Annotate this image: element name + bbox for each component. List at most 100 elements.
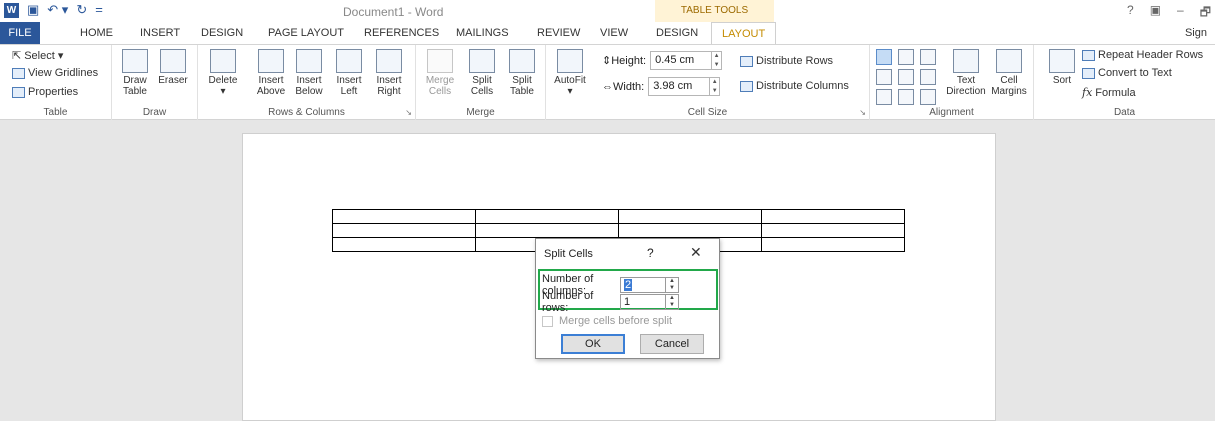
cell-margins-button[interactable]: Cell Margins [990, 49, 1028, 97]
merge-before-split-checkbox[interactable]: Merge cells before split [542, 315, 672, 327]
rows-input[interactable]: 1 [620, 294, 666, 310]
autofit-button[interactable]: AutoFit ▾ [550, 49, 590, 97]
insert-right-button[interactable]: Insert Right [372, 49, 406, 97]
table-cell[interactable] [332, 223, 476, 238]
table-tools-context-label: TABLE TOOLS [655, 0, 774, 22]
distribute-columns-button[interactable]: Distribute Columns [740, 80, 849, 92]
close-icon[interactable]: ✕ [690, 244, 702, 261]
eraser-button[interactable]: Eraser [156, 49, 190, 86]
tab-table-design[interactable]: DESIGN [656, 27, 698, 39]
table-row [332, 223, 905, 238]
align-center-icon[interactable] [898, 69, 914, 85]
align-bottom-left-icon[interactable] [876, 89, 892, 105]
delete-button[interactable]: Delete ▾ [204, 49, 242, 97]
align-bottom-center-icon[interactable] [898, 89, 914, 105]
align-top-left-icon[interactable] [876, 49, 892, 65]
table-cell[interactable] [618, 223, 762, 238]
tab-view[interactable]: VIEW [600, 27, 628, 39]
text-direction-button[interactable]: Text Direction [946, 49, 986, 97]
alignment-grid [876, 49, 938, 105]
distribute-columns-icon [740, 80, 753, 92]
tab-review[interactable]: REVIEW [537, 27, 580, 39]
align-top-right-icon[interactable] [920, 49, 936, 65]
insert-left-button[interactable]: Insert Left [332, 49, 366, 97]
group-label-cell-size: Cell Size [687, 107, 728, 118]
group-label-data: Data [1113, 107, 1136, 118]
rows-columns-launcher-icon[interactable]: ↘ [405, 108, 412, 117]
split-cells-icon [469, 49, 495, 73]
height-input[interactable]: 0.45 cm [650, 51, 713, 70]
chevron-down-icon: ▾ [567, 86, 573, 97]
table-cell[interactable] [332, 209, 476, 224]
align-center-right-icon[interactable] [920, 69, 936, 85]
select-button[interactable]: ⇱ Select ▾ [12, 49, 63, 62]
repeat-header-rows-button[interactable]: Repeat Header Rows [1082, 49, 1203, 61]
cancel-button[interactable]: Cancel [640, 334, 704, 354]
group-label-rows-columns: Rows & Columns [268, 107, 345, 118]
tab-home[interactable]: HOME [80, 27, 113, 39]
group-cell-size: AutoFit ▾ ⇕ Height: 0.45 cm ▲ ▼ ⇔ Width: 3… [546, 45, 870, 120]
help-icon[interactable]: ? [1127, 3, 1134, 24]
tab-mailings[interactable]: MAILINGS [456, 27, 509, 39]
width-stepper[interactable]: ▲ ▼ [710, 77, 721, 96]
merge-cells-button[interactable]: Merge Cells [422, 49, 458, 97]
save-icon[interactable]: ▣ [27, 2, 39, 18]
table-cell[interactable] [618, 209, 762, 224]
insert-above-button[interactable]: Insert Above [254, 49, 288, 97]
table-cell[interactable] [332, 237, 476, 252]
insert-below-button[interactable]: Insert Below [292, 49, 326, 97]
cell-size-launcher-icon[interactable]: ↘ [859, 108, 866, 117]
tab-file[interactable]: FILE [0, 22, 40, 44]
group-label-alignment: Alignment [929, 107, 974, 118]
height-stepper[interactable]: ▲ ▼ [712, 51, 723, 70]
word-logo-icon[interactable]: W [4, 2, 19, 18]
tab-design[interactable]: DESIGN [201, 27, 243, 39]
table-cell[interactable] [761, 237, 905, 252]
customize-qat-icon[interactable]: = [95, 2, 103, 18]
table-cell[interactable] [761, 209, 905, 224]
tab-insert[interactable]: INSERT [140, 27, 180, 39]
distribute-rows-icon [740, 55, 753, 67]
sign-in-link[interactable]: Sign [1185, 27, 1207, 39]
width-input[interactable]: 3.98 cm [648, 77, 711, 96]
split-cells-dialog: Split Cells ? ✕ Number of columns: 2 ▲ ▼ … [535, 238, 720, 359]
gridlines-icon [12, 67, 25, 79]
draw-table-button[interactable]: Draw Table [120, 49, 150, 97]
tab-page-layout[interactable]: PAGE LAYOUT [268, 27, 344, 39]
table-cell[interactable] [761, 223, 905, 238]
title-bar: W ▣ ↶ ▾ ↻ = Document1 - Word TABLE TOOLS… [0, 0, 1215, 22]
minimize-icon[interactable]: – [1177, 3, 1184, 24]
view-gridlines-button[interactable]: View Gridlines [12, 67, 98, 79]
table-cell[interactable] [475, 223, 619, 238]
formula-button[interactable]: fx Formula [1082, 86, 1136, 99]
dialog-title: Split Cells [544, 248, 593, 260]
chevron-down-icon: ▾ [220, 86, 226, 97]
tab-table-layout[interactable]: LAYOUT [711, 22, 777, 45]
align-bottom-right-icon[interactable] [920, 89, 936, 105]
restore-icon[interactable]: 🗗 [1200, 3, 1211, 24]
redo-icon[interactable]: ↻ [76, 2, 87, 18]
window-controls: ? ▣ – 🗗 [1127, 3, 1211, 24]
merge-cells-icon [427, 49, 453, 73]
text-direction-icon [953, 49, 979, 73]
tab-references[interactable]: REFERENCES [364, 27, 439, 39]
properties-button[interactable]: Properties [12, 86, 78, 98]
table-cell[interactable] [475, 209, 619, 224]
split-table-icon [509, 49, 535, 73]
ok-button[interactable]: OK [561, 334, 625, 354]
height-spinner: ⇕ Height: 0.45 cm ▲ ▼ [602, 51, 723, 70]
rows-label: Number of rows: [542, 290, 594, 314]
align-top-center-icon[interactable] [898, 49, 914, 65]
split-cells-button[interactable]: Split Cells [464, 49, 500, 97]
split-table-button[interactable]: Split Table [504, 49, 540, 97]
align-center-left-icon[interactable] [876, 69, 892, 85]
rows-stepper[interactable]: ▲ ▼ [666, 294, 679, 310]
sort-button[interactable]: Sort [1048, 49, 1076, 86]
insert-left-icon [336, 49, 362, 73]
distribute-rows-button[interactable]: Distribute Rows [740, 55, 833, 67]
repeat-header-icon [1082, 49, 1095, 61]
help-icon[interactable]: ? [647, 246, 654, 260]
convert-to-text-button[interactable]: Convert to Text [1082, 67, 1172, 79]
ribbon-display-icon[interactable]: ▣ [1150, 3, 1161, 24]
undo-icon[interactable]: ↶ ▾ [47, 2, 68, 18]
